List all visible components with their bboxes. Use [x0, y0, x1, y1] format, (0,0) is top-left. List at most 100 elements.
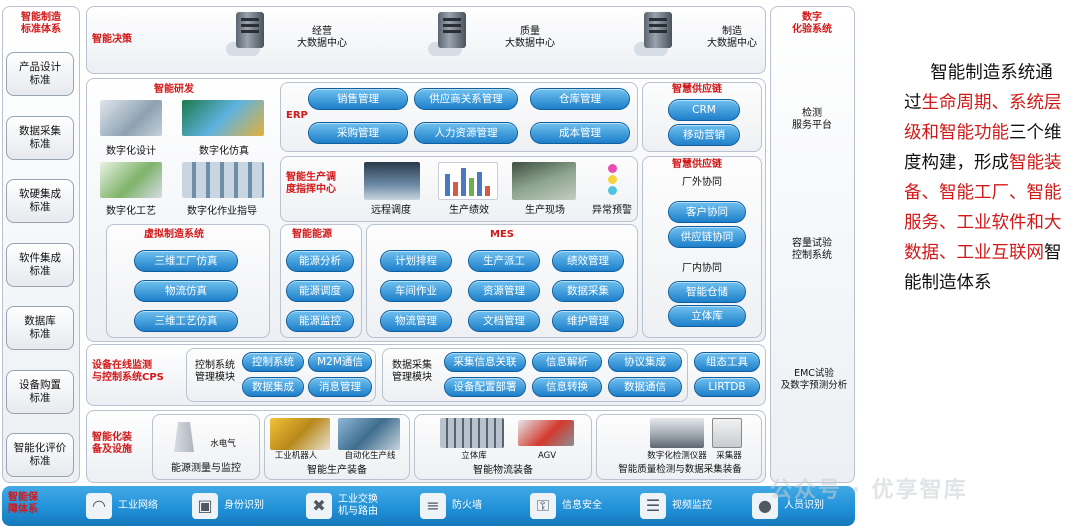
virtual-manufacturing-title: 虚拟制造系统: [144, 229, 204, 240]
pill-smart-storage[interactable]: 智能仓储: [668, 281, 746, 303]
mes-pill[interactable]: 绩效管理: [552, 250, 624, 272]
dispatch-center-title: 智能生产调 度指挥中心: [286, 172, 336, 195]
instrument-caption: 数字化检测仪器: [647, 451, 707, 461]
pill-energy-analysis[interactable]: 能源分析: [286, 250, 354, 272]
equip-label-energy: 能源测量与监控: [171, 463, 241, 474]
watermark: 公众号 · 优享智库: [770, 478, 968, 503]
simulation-image: [182, 100, 264, 136]
mes-pill[interactable]: 数据采集: [552, 280, 624, 302]
pill-config-tool[interactable]: 组态工具: [694, 352, 760, 372]
mes-pill[interactable]: 维护管理: [552, 310, 624, 332]
assurance-item-label: 防火墙: [452, 500, 482, 511]
pill-logistics-sim[interactable]: 物流仿真: [134, 280, 238, 302]
pill-supplier[interactable]: 供应商关系管理: [414, 88, 518, 110]
side-text-segment: 智能制造系: [930, 63, 1018, 83]
switch-icon: ✖: [306, 493, 332, 519]
mes-pill[interactable]: 物流管理: [380, 310, 452, 332]
standards-title: 智能制造 标准体系: [21, 12, 61, 35]
pill-protocol[interactable]: 协议集成: [608, 352, 682, 372]
pill-data-integration[interactable]: 数据集成: [242, 377, 304, 397]
pill-3d-factory-sim[interactable]: 三维工厂仿真: [134, 250, 238, 272]
key-icon: ⚿: [530, 493, 556, 519]
remote-dispatch-image: [364, 162, 420, 200]
pill-3d-process-sim[interactable]: 三维工艺仿真: [134, 310, 238, 332]
warehouse-caption: 立体库: [461, 451, 487, 461]
energy-caption: 水电气: [210, 439, 236, 449]
mes-pill[interactable]: 计划排程: [380, 250, 452, 272]
erp-title: ERP: [286, 110, 308, 121]
line-caption: 自动化生产线: [344, 451, 396, 461]
standard-item: 智能化评价 标准: [6, 433, 74, 477]
pill-energy-dispatch[interactable]: 能源调度: [286, 280, 354, 302]
pill-3d-warehouse[interactable]: 立体库: [668, 305, 746, 327]
mes-pill[interactable]: 文档管理: [468, 310, 540, 332]
equip-label-logistics: 智能物流装备: [473, 465, 533, 476]
assurance-item-label: 视频监控: [672, 500, 712, 511]
pill-purchasing[interactable]: 采购管理: [308, 122, 408, 144]
cps-title: 设备在线监测 与控制系统CPS: [92, 360, 164, 383]
standard-item: 软件集成 标准: [6, 242, 74, 287]
supply-chain-title-1: 智慧供应链: [672, 84, 722, 95]
right-item-3: EMC试验 及数字预测分析: [780, 368, 848, 391]
pill-cost[interactable]: 成本管理: [530, 122, 630, 144]
rnd-item-process: 数字化工艺: [106, 206, 156, 217]
mes-pill[interactable]: 车间作业: [380, 280, 452, 302]
pill-control-system[interactable]: 控制系统: [242, 352, 304, 372]
assurance-item-label: 信息安全: [562, 500, 602, 511]
right-item-1: 检测 服务平台: [792, 108, 832, 131]
pill-crm[interactable]: CRM: [668, 99, 740, 121]
rnd-item-simulation: 数字化仿真: [199, 146, 249, 157]
dispatch-item-site: 生产现场: [525, 205, 565, 216]
assurance-item-label: 工业网络: [118, 500, 158, 511]
big-data-center-manufacturing: 制造 大数据中心: [707, 26, 757, 49]
standard-item: 数据采集 标准: [6, 115, 74, 160]
robot-image: [270, 418, 330, 450]
instrument-image: [650, 418, 704, 448]
warehouse-image: [440, 418, 504, 448]
pill-supply-collab[interactable]: 供应链协同: [668, 226, 746, 248]
standard-item: 产品设计 标准: [6, 52, 74, 96]
standard-item: 设备购置 标准: [6, 369, 74, 414]
pill-warehouse[interactable]: 仓库管理: [530, 88, 630, 110]
big-data-center-quality: 质量 大数据中心: [505, 26, 555, 49]
testing-system-title: 数字 化验系统: [792, 12, 832, 35]
assurance-title: 智能保 障体系: [8, 492, 38, 515]
robot-caption: 工业机器人: [274, 451, 318, 461]
collector-caption: 采集器: [716, 451, 742, 461]
alert-lights-icon: [608, 164, 618, 200]
agv-image: [518, 420, 574, 446]
pill-lirtdb[interactable]: LIRTDB: [694, 377, 760, 397]
server-icon: [236, 12, 264, 48]
work-guide-image: [182, 162, 264, 198]
big-data-center-operations: 经营 大数据中心: [297, 26, 347, 49]
right-item-2: 容量试验 控制系统: [792, 238, 832, 261]
pill-energy-monitor[interactable]: 能源监控: [286, 310, 354, 332]
pill-info-association[interactable]: 采集信息关联: [444, 352, 526, 372]
pill-sales[interactable]: 销售管理: [308, 88, 408, 110]
wifi-icon: ◠: [86, 493, 112, 519]
pill-data-comm[interactable]: 数据通信: [608, 377, 682, 397]
smart-decision-title: 智能决策: [92, 34, 132, 45]
dispatch-item-alert: 异常预警: [592, 205, 632, 216]
side-description: 智能制造系统通过生命周期、系统层级和智能功能三个维度构建，形成智能装备、智能工厂…: [904, 58, 1064, 298]
pill-customer-collab[interactable]: 客户协同: [668, 201, 746, 223]
dispatch-item-remote: 远程调度: [371, 205, 411, 216]
pill-device-deploy[interactable]: 设备配置部署: [444, 377, 526, 397]
pill-info-parsing[interactable]: 信息解析: [532, 352, 602, 372]
pill-mobile-marketing[interactable]: 移动营销: [668, 124, 740, 146]
assurance-item-label: 身份识别: [224, 500, 264, 511]
external-collab-label: 厂外协同: [682, 177, 722, 188]
mes-pill[interactable]: 生产派工: [468, 250, 540, 272]
smart-energy-title: 智能能源: [292, 229, 332, 240]
equip-label-quality: 智能质量检测与数据采集装备: [618, 464, 742, 475]
mes-pill[interactable]: 资源管理: [468, 280, 540, 302]
rnd-item-design: 数字化设计: [106, 146, 156, 157]
pill-info-convert[interactable]: 信息转换: [532, 377, 602, 397]
assurance-item-label: 工业交换 机与路由: [338, 494, 378, 517]
pill-hr[interactable]: 人力资源管理: [414, 122, 518, 144]
pill-m2m[interactable]: M2M通信: [308, 352, 372, 372]
design-image: [100, 100, 162, 136]
firewall-icon: ≡: [420, 493, 446, 519]
pill-message-mgmt[interactable]: 消息管理: [308, 377, 372, 397]
collector-image: [712, 418, 742, 448]
